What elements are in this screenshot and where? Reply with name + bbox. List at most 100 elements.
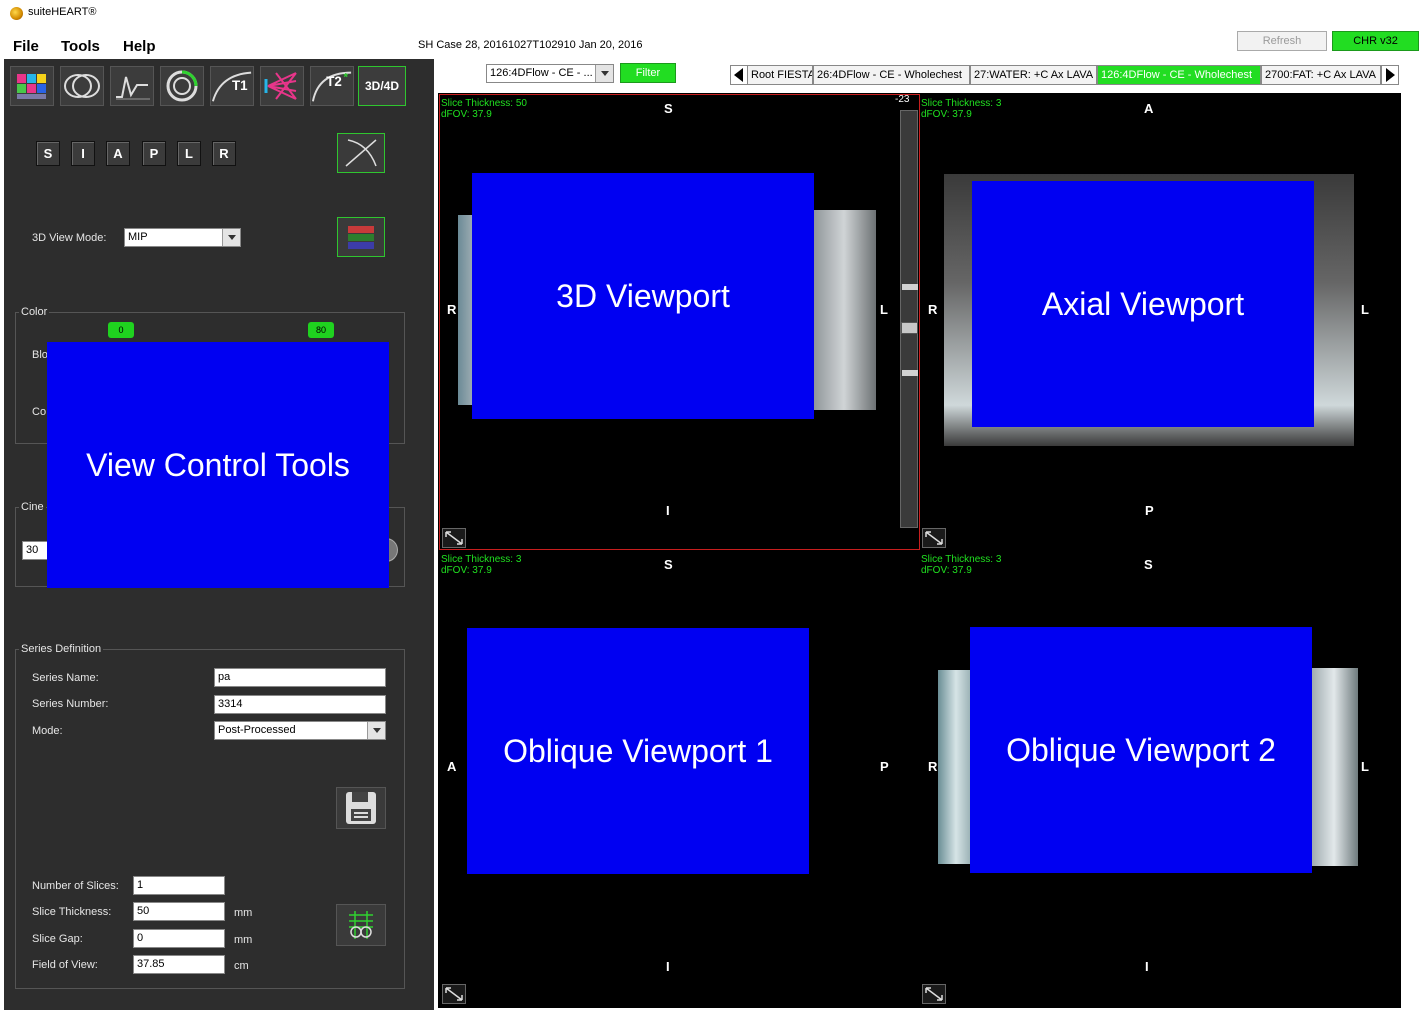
- analysis-toolbar: T1 T2 * 3D/4D: [10, 66, 408, 106]
- vp3-thickness: Slice Thickness: 3: [441, 554, 522, 565]
- filter-button[interactable]: Filter: [620, 63, 676, 83]
- 3d4d-icon[interactable]: 3D/4D: [358, 66, 406, 106]
- case-info: SH Case 28, 20161027T102910 Jan 20, 2016: [418, 39, 643, 51]
- slice-gap-label: Slice Gap:: [32, 933, 83, 945]
- color-slider-min[interactable]: 0: [108, 322, 134, 338]
- menu-help[interactable]: Help: [123, 38, 156, 55]
- ring-icon[interactable]: [160, 66, 204, 106]
- axial-viewport-overlay: Axial Viewport: [972, 181, 1314, 427]
- menu-tools[interactable]: Tools: [61, 38, 100, 55]
- series-tab[interactable]: Root FIESTA: [747, 65, 813, 85]
- series-prev-button[interactable]: [730, 65, 748, 85]
- color-row1-label: Blo: [32, 349, 48, 361]
- series-tab-active[interactable]: 126:4DFlow - CE - Wholechest: [1097, 65, 1261, 85]
- refresh-button[interactable]: Refresh: [1237, 31, 1327, 51]
- vp2-orient-bottom: P: [1145, 503, 1154, 518]
- vp2-orient-top: A: [1144, 101, 1154, 116]
- vp1-orient-right: L: [880, 302, 888, 317]
- menu-file[interactable]: File: [13, 38, 39, 55]
- oblique-viewport-2-overlay: Oblique Viewport 2: [970, 627, 1312, 873]
- scroll-range-top[interactable]: [902, 284, 918, 290]
- oblique-viewport-1-overlay: Oblique Viewport 1: [467, 628, 809, 874]
- chevron-down-icon: [595, 65, 613, 82]
- mode-label: Mode:: [32, 725, 63, 737]
- view-mode-select[interactable]: MIP: [124, 228, 241, 247]
- vp4-fov: dFOV: 37.9: [921, 565, 972, 576]
- fov-unit: cm: [234, 960, 249, 972]
- graph-icon[interactable]: [110, 66, 154, 106]
- vp2-fov: dFOV: 37.9: [921, 109, 972, 120]
- perfusion-icon[interactable]: [260, 66, 304, 106]
- orient-i-button[interactable]: I: [71, 141, 95, 166]
- t1-curve-icon[interactable]: T1: [210, 66, 254, 106]
- vp3-expand-icon[interactable]: [442, 984, 466, 1004]
- multi-color-grid-icon[interactable]: [10, 66, 54, 106]
- vp4-thickness: Slice Thickness: 3: [921, 554, 1002, 565]
- orient-s-button[interactable]: S: [36, 141, 60, 166]
- slab-icon: [349, 911, 373, 939]
- series-tab[interactable]: 27:WATER: +C Ax LAVA: [970, 65, 1097, 85]
- num-slices-label: Number of Slices:: [32, 880, 119, 892]
- series-definition-label: Series Definition: [19, 643, 104, 655]
- app-icon: [10, 7, 23, 20]
- orient-p-button[interactable]: P: [142, 141, 166, 166]
- series-tab[interactable]: 2700:FAT: +C Ax LAVA: [1261, 65, 1381, 85]
- t2-curve-icon[interactable]: T2 *: [310, 66, 354, 106]
- orient-l-button[interactable]: L: [177, 141, 201, 166]
- vp1-expand-icon[interactable]: [442, 528, 466, 548]
- app-title: suiteHEART®: [28, 6, 97, 18]
- save-button[interactable]: [336, 787, 386, 829]
- color-slider-max[interactable]: 80: [308, 322, 334, 338]
- save-icon: [346, 792, 376, 824]
- vp1-thickness: Slice Thickness: 50: [441, 98, 527, 109]
- vp2-expand-icon[interactable]: [922, 528, 946, 548]
- num-slices-input[interactable]: 1: [133, 876, 225, 895]
- arrow-left-icon: [734, 68, 743, 82]
- series-next-button[interactable]: [1381, 65, 1399, 85]
- chevron-down-icon: [222, 229, 240, 246]
- orient-a-button[interactable]: A: [106, 141, 130, 166]
- slice-thickness-input[interactable]: 50: [133, 902, 225, 921]
- image-content: [938, 670, 974, 864]
- scroll-value: -23: [895, 94, 910, 105]
- vp3-orient-bottom: I: [666, 959, 670, 974]
- fov-label: Field of View:: [32, 959, 98, 971]
- vp2-thickness: Slice Thickness: 3: [921, 98, 1002, 109]
- vp2-orient-left: R: [928, 302, 938, 317]
- series-number-input[interactable]: 3314: [214, 695, 386, 714]
- oblique-line-icon: [345, 139, 377, 167]
- contour-icon[interactable]: [60, 66, 104, 106]
- vp4-orient-left: R: [928, 759, 938, 774]
- view-mode-label: 3D View Mode:: [32, 232, 107, 244]
- slice-scrollbar[interactable]: [900, 110, 918, 528]
- oblique-line-button[interactable]: [337, 133, 385, 173]
- mode-select[interactable]: Post-Processed: [214, 721, 386, 740]
- vp4-orient-right: L: [1361, 759, 1369, 774]
- orient-r-button[interactable]: R: [212, 141, 236, 166]
- scroll-thumb[interactable]: [901, 322, 918, 334]
- series-tab[interactable]: 26:4DFlow - CE - Wholechest: [813, 65, 970, 85]
- arrow-right-icon: [1386, 68, 1395, 82]
- vp3-orient-top: S: [664, 557, 673, 572]
- series-name-input[interactable]: pa: [214, 668, 386, 687]
- svg-text:*: *: [343, 71, 348, 83]
- view-control-tools-overlay: View Control Tools: [47, 342, 389, 588]
- vp4-orient-top: S: [1144, 557, 1153, 572]
- slice-gap-unit: mm: [234, 934, 253, 946]
- version-button[interactable]: CHR v32: [1332, 31, 1419, 51]
- slab-button[interactable]: [336, 904, 386, 946]
- scroll-range-bottom[interactable]: [902, 370, 918, 376]
- series-select[interactable]: 126:4DFlow - CE - ...: [486, 64, 614, 83]
- 3d-viewport-overlay: 3D Viewport: [472, 173, 814, 419]
- color-layers-button[interactable]: [337, 217, 385, 257]
- vp4-expand-icon[interactable]: [922, 984, 946, 1004]
- vp1-orient-top: S: [664, 101, 673, 116]
- slice-thickness-label: Slice Thickness:: [32, 906, 112, 918]
- color-group-label: Color: [19, 306, 50, 318]
- slice-gap-input[interactable]: 0: [133, 929, 225, 948]
- slice-thickness-unit: mm: [234, 907, 253, 919]
- color-layers-icon: [348, 226, 374, 249]
- fov-input[interactable]: 37.85: [133, 955, 225, 974]
- chevron-down-icon: [367, 722, 385, 739]
- vp1-orient-bottom: I: [666, 503, 670, 518]
